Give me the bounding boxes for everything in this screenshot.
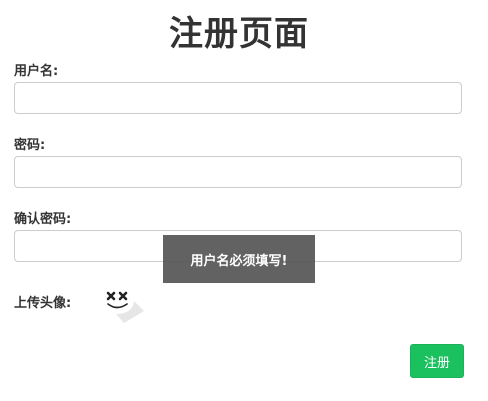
- username-input[interactable]: [14, 82, 462, 114]
- page-title: 注册页面: [169, 14, 309, 54]
- confirm-password-label: 确认密码:: [14, 212, 72, 227]
- register-button[interactable]: 注册: [410, 344, 464, 378]
- marshmello-avatar-icon: [102, 288, 144, 323]
- avatar-upload[interactable]: [100, 287, 146, 327]
- avatar-label: 上传头像:: [14, 296, 72, 311]
- toast-message: 用户名必须填写!: [190, 253, 288, 269]
- validation-toast: 用户名必须填写!: [163, 235, 315, 283]
- username-label: 用户名:: [14, 64, 59, 79]
- password-label: 密码:: [14, 138, 46, 153]
- password-input[interactable]: [14, 156, 462, 188]
